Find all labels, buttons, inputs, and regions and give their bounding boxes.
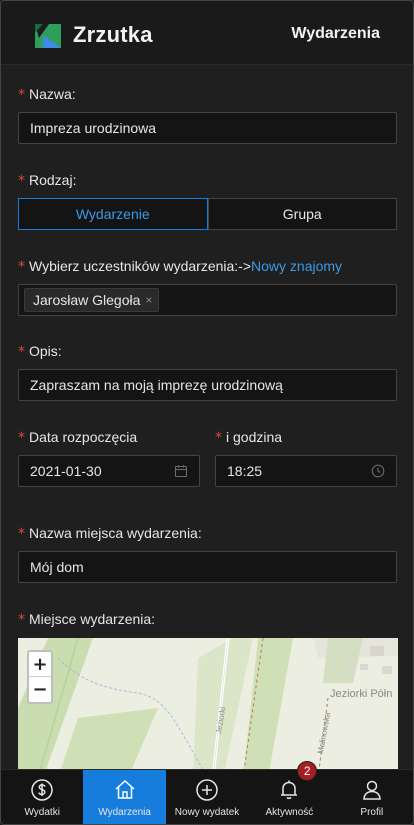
start-date-picker[interactable]: 2021-01-30 [18, 455, 200, 487]
plus-circle-icon [196, 779, 218, 801]
app-header: Zrzutka Wydarzenia [1, 1, 413, 65]
description-input-value: Zapraszam na moją imprezę urodzinową [30, 377, 283, 393]
dollar-icon [31, 779, 53, 801]
clock-icon [371, 464, 385, 478]
start-date-label-text: Data rozpoczęcia [29, 429, 138, 445]
page-title: Wydarzenia [291, 25, 380, 42]
place-label: * Miejsce wydarzenia: [18, 611, 155, 628]
nav-item-label: Profil [360, 807, 384, 818]
place-label-text: Miejsce wydarzenia: [29, 611, 156, 627]
type-option-group[interactable]: Grupa [207, 198, 397, 230]
required-mark: * [18, 173, 25, 189]
participants-label: * Wybierz uczestników wydarzenia:->Nowy z… [18, 258, 342, 275]
description-input[interactable]: Zapraszam na moją imprezę urodzinową [18, 369, 397, 401]
notification-badge: 2 [297, 761, 318, 781]
event-form: * Nazwa: Impreza urodzinowa * Rodzaj: Wyda… [1, 66, 413, 770]
name-input[interactable]: Impreza urodzinowa [18, 112, 397, 144]
nav-item-label: Wydarzenia [98, 807, 151, 818]
app-window: Zrzutka Wydarzenia * Nazwa: Impreza urodz… [0, 0, 414, 825]
app-title: Zrzutka [73, 22, 153, 47]
required-mark: * [18, 612, 25, 628]
map-zoom-control: + − [27, 650, 53, 704]
zoom-out-button[interactable]: − [29, 677, 51, 702]
required-mark: * [215, 430, 222, 446]
participant-tag-label: Jarosław Glegoła [33, 292, 141, 308]
participants-select[interactable]: Jarosław Glegoła × [18, 284, 397, 316]
nav-item-profile[interactable]: Profil [331, 770, 413, 824]
description-label: * Opis: [18, 343, 62, 360]
type-label: * Rodzaj: [18, 172, 76, 189]
description-label-text: Opis: [29, 343, 62, 359]
participant-tag: Jarosław Glegoła × [24, 288, 160, 312]
user-icon [363, 780, 381, 800]
name-input-value: Impreza urodzinowa [30, 120, 157, 136]
name-label-text: Nazwa: [29, 86, 76, 102]
type-segmented-control: Wydarzenie Grupa [18, 198, 397, 230]
start-time-picker[interactable]: 18:25 [215, 455, 397, 487]
zoom-in-button[interactable]: + [29, 652, 51, 677]
required-mark: * [18, 430, 25, 446]
new-friend-link[interactable]: Nowy znajomy [251, 258, 342, 274]
start-time-value: 18:25 [227, 463, 263, 479]
zrzutka-logo-icon[interactable] [33, 21, 63, 51]
place-name-label: * Nazwa miejsca wydarzenia: [18, 525, 202, 542]
required-mark: * [18, 344, 25, 360]
map-place-label: Jeziorki Półn [330, 688, 393, 700]
bell-icon [281, 780, 298, 799]
home-icon [115, 779, 135, 799]
required-mark: * [18, 87, 25, 103]
required-mark: * [18, 526, 25, 542]
nav-item-label: Nowy wydatek [174, 807, 240, 818]
required-mark: * [18, 259, 25, 275]
start-time-label: * i godzina [215, 429, 282, 446]
map-tiles [18, 638, 398, 770]
bottom-navigation: Wydatki Wydarzenia Nowy wydatek Aktywnoś… [1, 761, 413, 824]
nav-item-events[interactable]: Wydarzenia [83, 770, 166, 824]
nav-item-label: Aktywność [265, 807, 314, 818]
place-name-label-text: Nazwa miejsca wydarzenia: [29, 525, 202, 541]
nav-item-activity[interactable]: Aktywność 2 [248, 761, 330, 824]
start-date-label: * Data rozpoczęcia [18, 429, 137, 446]
nav-item-expenses[interactable]: Wydatki [1, 770, 83, 824]
location-map[interactable]: + − Jeziorki Półn Jeziorki Malinowska [18, 638, 398, 770]
calendar-icon [174, 465, 188, 478]
participants-label-text: Wybierz uczestników wydarzenia:-> [29, 258, 252, 274]
remove-tag-icon[interactable]: × [145, 293, 152, 307]
type-option-event[interactable]: Wydarzenie [18, 198, 208, 230]
start-time-label-text: i godzina [226, 429, 283, 445]
type-label-text: Rodzaj: [29, 172, 77, 188]
nav-item-label: Wydatki [24, 807, 60, 818]
nav-item-new-expense[interactable]: Nowy wydatek [166, 770, 248, 824]
place-name-value: Mój dom [30, 559, 84, 575]
name-label: * Nazwa: [18, 86, 76, 103]
place-name-input[interactable]: Mój dom [18, 551, 397, 583]
start-date-value: 2021-01-30 [30, 463, 102, 479]
